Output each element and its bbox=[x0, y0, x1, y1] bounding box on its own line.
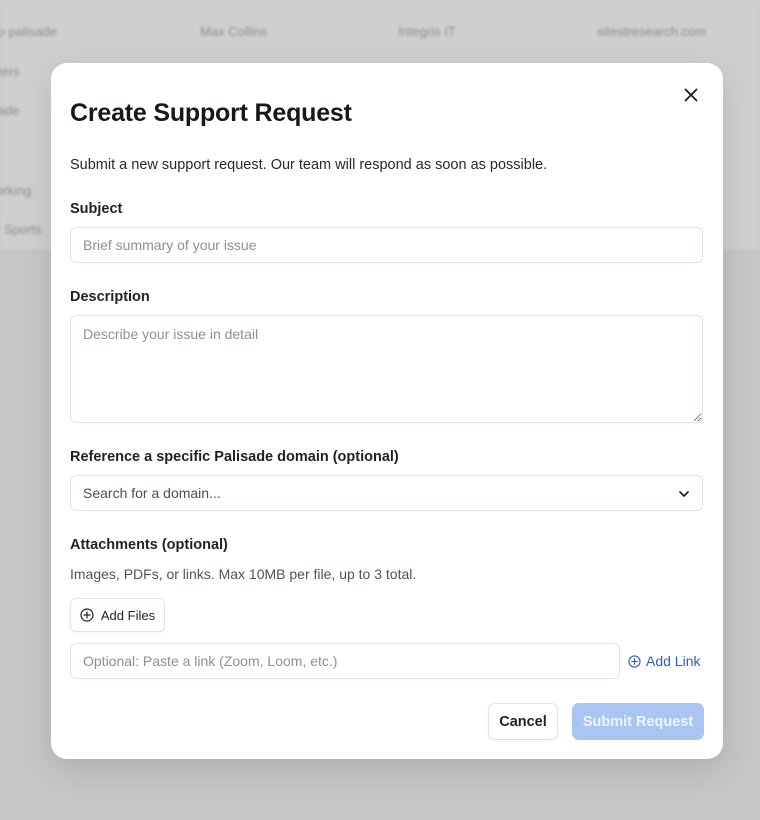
cancel-button[interactable]: Cancel bbox=[488, 703, 558, 740]
link-input[interactable] bbox=[70, 643, 620, 679]
description-textarea[interactable] bbox=[70, 315, 703, 423]
subject-input[interactable] bbox=[70, 227, 703, 263]
modal-description: Submit a new support request. Our team w… bbox=[70, 157, 548, 173]
plus-circle-icon bbox=[628, 654, 641, 668]
subject-label: Subject bbox=[70, 201, 123, 217]
add-link-label: Add Link bbox=[646, 653, 701, 669]
close-button[interactable] bbox=[679, 83, 703, 107]
chevron-down-icon bbox=[679, 491, 689, 497]
background-cell: r Sports bbox=[0, 222, 42, 237]
add-link-button[interactable]: Add Link bbox=[628, 643, 700, 679]
background-row: to palisade Max Collins Integris IT site… bbox=[0, 24, 760, 44]
domain-select[interactable]: Search for a domain... bbox=[70, 475, 703, 511]
background-cell: ade bbox=[0, 103, 20, 118]
attachments-hint: Images, PDFs, or links. Max 10MB per fil… bbox=[70, 566, 417, 582]
plus-circle-icon bbox=[80, 608, 94, 622]
background-cell: Max Collins bbox=[200, 24, 268, 39]
background-cell: ters bbox=[0, 64, 20, 79]
attachments-label: Attachments (optional) bbox=[70, 537, 228, 553]
close-icon bbox=[684, 88, 698, 102]
background-cell: to palisade bbox=[0, 24, 57, 39]
domain-select-placeholder: Search for a domain... bbox=[83, 485, 221, 501]
modal-title: Create Support Request bbox=[70, 99, 352, 127]
background-cell: orking bbox=[0, 183, 32, 198]
domain-label: Reference a specific Palisade domain (op… bbox=[70, 449, 399, 465]
add-files-button[interactable]: Add Files bbox=[70, 598, 165, 632]
support-request-modal: Create Support Request Submit a new supp… bbox=[51, 63, 723, 759]
background-cell: Integris IT bbox=[398, 24, 456, 39]
submit-request-button[interactable]: Submit Request bbox=[572, 703, 704, 740]
add-files-label: Add Files bbox=[100, 607, 156, 623]
description-label: Description bbox=[70, 289, 150, 305]
background-cell: sitestresearch.com bbox=[597, 24, 707, 39]
